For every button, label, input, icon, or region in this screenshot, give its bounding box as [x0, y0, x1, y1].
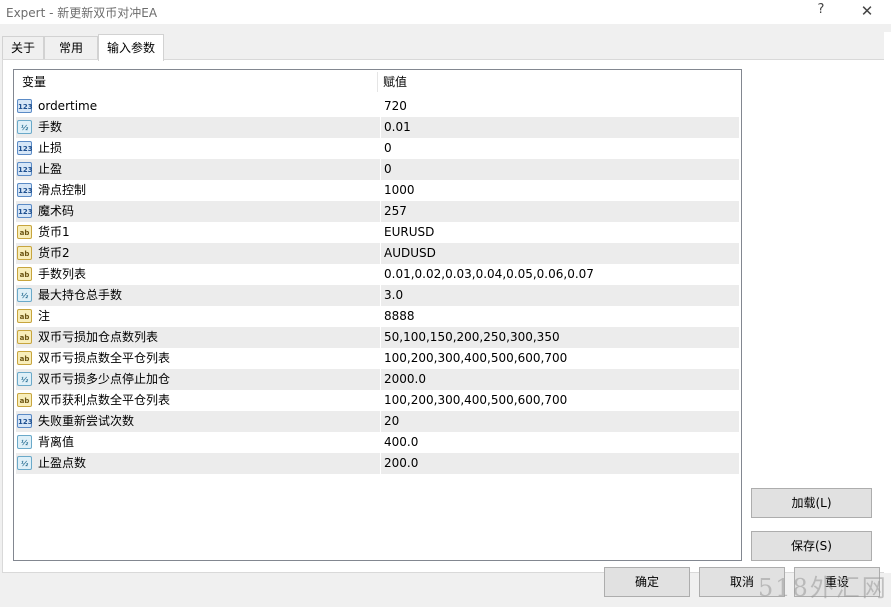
parameter-name: 止盈点数 — [38, 456, 87, 470]
tab-inputs[interactable]: 输入参数 — [98, 34, 164, 61]
table-row[interactable]: ½ 背离值 400.0 — [16, 432, 739, 453]
parameter-value[interactable]: 1000 — [380, 180, 415, 201]
parameter-value[interactable]: AUDUSD — [380, 243, 436, 264]
parameter-value[interactable]: 3.0 — [380, 285, 403, 306]
table-row[interactable]: ab 货币1 EURUSD — [16, 222, 739, 243]
table-row[interactable]: 123 失败重新尝试次数 20 — [16, 411, 739, 432]
parameter-value[interactable]: 0 — [380, 138, 392, 159]
parameter-name: 最大持仓总手数 — [38, 288, 123, 302]
parameter-name: 双币亏损加仓点数列表 — [38, 330, 159, 344]
parameter-value[interactable]: 0 — [380, 159, 392, 180]
parameter-value[interactable]: 2000.0 — [380, 369, 426, 390]
table-row[interactable]: 123 止损 0 — [16, 138, 739, 159]
load-button[interactable]: 加载(L) — [751, 488, 872, 518]
double-type-icon: ½ — [17, 435, 32, 449]
header-value[interactable]: 赋值 — [383, 70, 407, 94]
parameter-name: 滑点控制 — [38, 183, 87, 197]
string-type-icon: ab — [17, 309, 32, 323]
int-type-icon: 123 — [17, 99, 33, 113]
table-row[interactable]: ½ 手数 0.01 — [16, 117, 739, 138]
parameter-name: 失败重新尝试次数 — [38, 414, 135, 428]
int-type-icon: 123 — [17, 141, 33, 155]
parameter-value[interactable]: 200.0 — [380, 453, 418, 474]
int-type-icon: 123 — [17, 204, 33, 218]
close-icon[interactable]: ✕ — [858, 2, 876, 20]
double-type-icon: ½ — [17, 372, 32, 386]
parameter-name: 止损 — [38, 141, 63, 155]
table-row[interactable]: 123 滑点控制 1000 — [16, 180, 739, 201]
string-type-icon: ab — [17, 330, 32, 344]
table-row[interactable]: ab 手数列表 0.01,0.02,0.03,0.04,0.05,0.06,0.07 — [16, 264, 739, 285]
table-row[interactable]: ab 双币亏损加仓点数列表 50,100,150,200,250,300,350 — [16, 327, 739, 348]
table-row[interactable]: ½ 双币亏损多少点停止加仓 2000.0 — [16, 369, 739, 390]
string-type-icon: ab — [17, 393, 32, 407]
parameter-name: 货币1 — [38, 225, 70, 239]
header-divider[interactable] — [377, 72, 378, 92]
parameter-name: 双币获利点数全平仓列表 — [38, 393, 171, 407]
table-row[interactable]: 123 魔术码 257 — [16, 201, 739, 222]
parameter-value[interactable]: 0.01,0.02,0.03,0.04,0.05,0.06,0.07 — [380, 264, 594, 285]
int-type-icon: 123 — [17, 162, 33, 176]
parameter-name: 货币2 — [38, 246, 70, 260]
parameter-name: 魔术码 — [38, 204, 75, 218]
int-type-icon: 123 — [17, 183, 33, 197]
string-type-icon: ab — [17, 225, 32, 239]
table-row[interactable]: 123 止盈 0 — [16, 159, 739, 180]
string-type-icon: ab — [17, 246, 32, 260]
save-button[interactable]: 保存(S) — [751, 531, 872, 561]
string-type-icon: ab — [17, 351, 32, 365]
header-variable[interactable]: 变量 — [22, 70, 46, 94]
parameter-value[interactable]: EURUSD — [380, 222, 434, 243]
table-row[interactable]: ab 注 8888 — [16, 306, 739, 327]
table-row[interactable]: ab 双币获利点数全平仓列表 100,200,300,400,500,600,700 — [16, 390, 739, 411]
table-row[interactable]: 123 ordertime 720 — [16, 96, 739, 117]
window-edge — [884, 32, 891, 573]
parameter-value[interactable]: 8888 — [380, 306, 415, 327]
double-type-icon: ½ — [17, 120, 32, 134]
parameter-name: ordertime — [38, 99, 98, 113]
parameter-name: 背离值 — [38, 435, 75, 449]
parameter-value[interactable]: 720 — [380, 96, 407, 117]
parameter-name: 注 — [38, 309, 51, 323]
parameter-name: 止盈 — [38, 162, 63, 176]
parameter-value[interactable]: 257 — [380, 201, 407, 222]
parameter-value[interactable]: 50,100,150,200,250,300,350 — [380, 327, 560, 348]
watermark-logo: 518外汇网 — [758, 574, 888, 602]
parameters-grid: 变量 赋值 123 ordertime 720 ½ 手数 0.01 123 止损 0 123 止盈 0… — [13, 69, 742, 561]
parameter-name: 双币亏损多少点停止加仓 — [38, 372, 171, 386]
parameter-value[interactable]: 400.0 — [380, 432, 418, 453]
string-type-icon: ab — [17, 267, 32, 281]
parameter-name: 手数列表 — [38, 267, 87, 281]
title-bar: Expert - 新更新双币对冲EA ? ✕ — [0, 0, 891, 24]
int-type-icon: 123 — [17, 414, 33, 428]
table-row[interactable]: ab 双币亏损点数全平仓列表 100,200,300,400,500,600,700 — [16, 348, 739, 369]
parameter-name: 手数 — [38, 120, 63, 134]
parameter-value[interactable]: 20 — [380, 411, 399, 432]
double-type-icon: ½ — [17, 288, 32, 302]
parameter-value[interactable]: 100,200,300,400,500,600,700 — [380, 390, 567, 411]
window-title: Expert - 新更新双币对冲EA — [6, 6, 158, 20]
tab-about[interactable]: 关于 — [2, 36, 44, 59]
table-row[interactable]: ab 货币2 AUDUSD — [16, 243, 739, 264]
help-icon[interactable]: ? — [812, 2, 830, 20]
parameter-name: 双币亏损点数全平仓列表 — [38, 351, 171, 365]
table-row[interactable]: ½ 最大持仓总手数 3.0 — [16, 285, 739, 306]
parameter-value[interactable]: 100,200,300,400,500,600,700 — [380, 348, 567, 369]
tab-common[interactable]: 常用 — [44, 36, 98, 59]
table-row[interactable]: ½ 止盈点数 200.0 — [16, 453, 739, 474]
grid-header: 变量 赋值 — [14, 70, 741, 94]
double-type-icon: ½ — [17, 456, 32, 470]
parameter-value[interactable]: 0.01 — [380, 117, 411, 138]
ok-button[interactable]: 确定 — [604, 567, 690, 597]
